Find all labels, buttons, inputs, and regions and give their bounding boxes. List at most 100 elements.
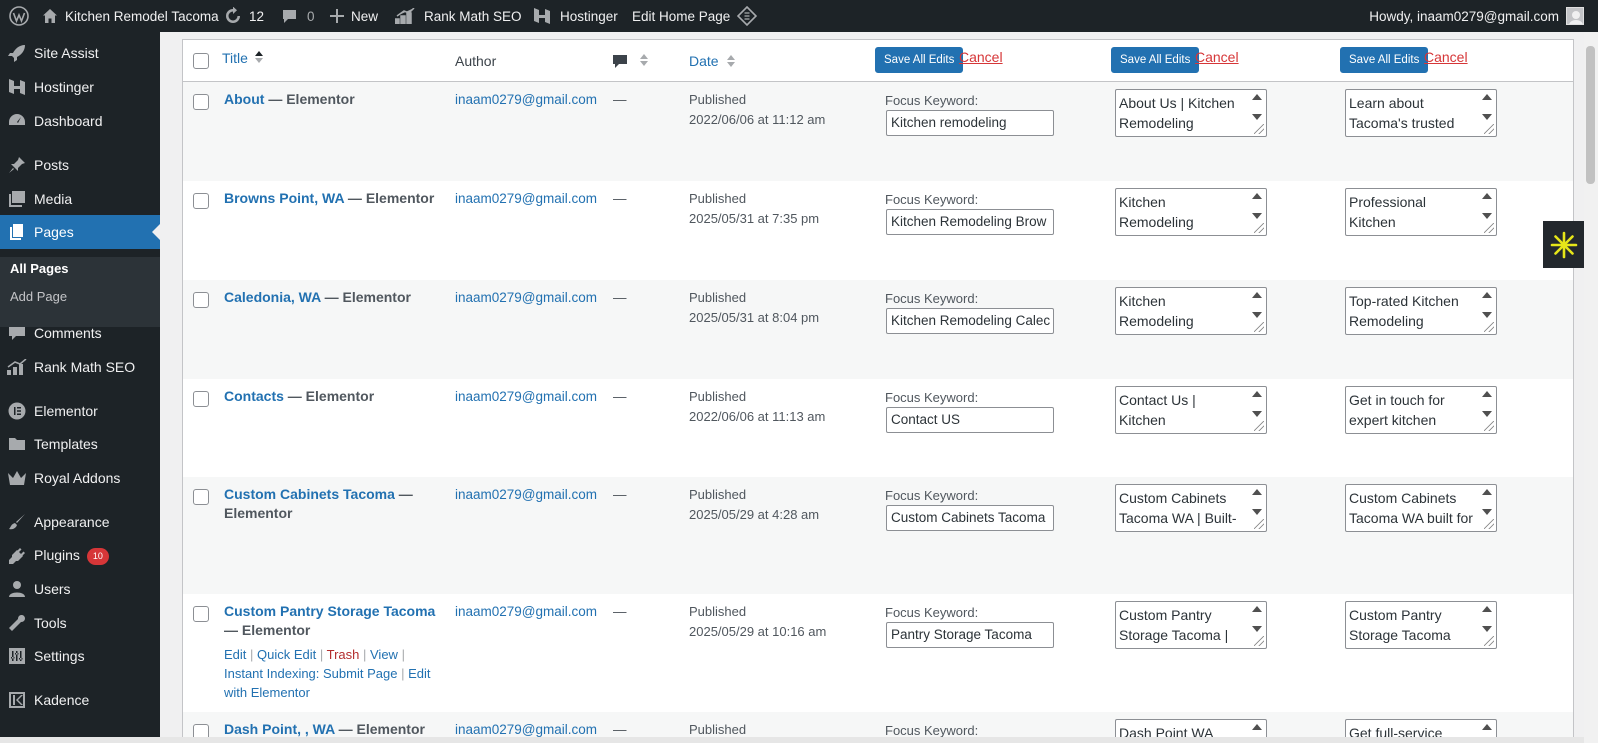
author-link[interactable]: inaam0279@gmail.com [455, 288, 597, 307]
vertical-scrollbar[interactable] [1584, 32, 1598, 743]
seo-title-textarea[interactable]: Custom Pantry Storage Tacoma | [1115, 601, 1267, 649]
seo-description-textarea[interactable]: Get in touch for expert kitchen [1345, 386, 1497, 434]
menu-comments[interactable]: Comments [0, 316, 160, 350]
seo-title-textarea[interactable]: Kitchen Remodeling Browns Point WA – [1115, 188, 1267, 236]
resize-handle[interactable] [1484, 223, 1494, 233]
new-content-link[interactable]: New [330, 0, 378, 32]
horizontal-scrollbar[interactable] [0, 737, 1584, 743]
page-title-link[interactable]: Browns Point, WA [224, 190, 344, 206]
title-column-header[interactable]: Title [222, 49, 264, 68]
menu-posts[interactable]: Posts [0, 148, 160, 182]
seo-title-textarea[interactable]: Custom Cabinets Tacoma WA | Built-In [1115, 484, 1267, 532]
edit-with-elementor-link[interactable]: Edit [408, 666, 430, 681]
save-all-edits-button-keyword[interactable]: Save All Edits [875, 47, 964, 73]
resize-handle[interactable] [1254, 636, 1264, 646]
resize-handle[interactable] [1254, 322, 1264, 332]
menu-plugins[interactable]: Plugins 10 [0, 539, 160, 573]
cancel-button-keyword[interactable]: Cancel [959, 49, 1003, 65]
author-link[interactable]: inaam0279@gmail.com [455, 602, 597, 621]
seo-description-textarea[interactable]: Top-rated Kitchen Remodeling [1345, 287, 1497, 335]
menu-tools[interactable]: Tools [0, 606, 160, 640]
focus-keyword-input[interactable]: Kitchen remodeling [886, 110, 1054, 136]
menu-pages[interactable]: Pages [0, 215, 160, 249]
select-all-checkbox[interactable] [193, 53, 209, 69]
row-checkbox[interactable] [193, 606, 209, 622]
save-all-edits-button-title[interactable]: Save All Edits [1111, 47, 1200, 73]
submenu-all-pages[interactable]: All Pages [10, 261, 69, 276]
row-checkbox[interactable] [193, 489, 209, 505]
row-checkbox[interactable] [193, 391, 209, 407]
trash-link[interactable]: Trash [327, 647, 360, 662]
resize-handle[interactable] [1484, 421, 1494, 431]
row-checkbox[interactable] [193, 94, 209, 110]
page-title-link[interactable]: Caledonia, WA [224, 289, 321, 305]
cancel-button-description[interactable]: Cancel [1424, 49, 1468, 65]
edit-home-page-link[interactable]: Edit Home Page [632, 0, 730, 32]
menu-royal-addons[interactable]: Royal Addons [0, 461, 160, 495]
quick-edit-link[interactable]: Quick Edit [257, 647, 316, 662]
page-title-link[interactable]: Custom Cabinets Tacoma [224, 486, 395, 502]
menu-dashboard[interactable]: Dashboard [0, 104, 160, 138]
menu-users[interactable]: Users [0, 572, 160, 606]
scrollbar-thumb[interactable] [1586, 46, 1595, 184]
resize-handle[interactable] [1484, 124, 1494, 134]
view-link[interactable]: View [370, 647, 398, 662]
menu-appearance[interactable]: Appearance [0, 505, 160, 539]
submenu-add-page[interactable]: Add Page [10, 289, 67, 304]
author-column-header: Author [455, 53, 497, 69]
row-checkbox[interactable] [193, 193, 209, 209]
elementor-diamond-icon[interactable] [737, 0, 757, 32]
updates-link[interactable]: 12 [224, 0, 264, 32]
focus-keyword-input[interactable]: Custom Cabinets Tacoma [886, 505, 1054, 531]
my-account-link[interactable]: Howdy, inaam0279@gmail.com [1369, 0, 1584, 32]
menu-rank-math-seo[interactable]: Rank Math SEO [0, 350, 160, 384]
page-title-link[interactable]: Custom Pantry Storage Tacoma [224, 603, 435, 619]
author-link[interactable]: inaam0279@gmail.com [455, 90, 597, 109]
page-title-link[interactable]: Dash Point, , WA [224, 721, 335, 737]
focus-keyword-input[interactable]: Pantry Storage Tacoma [886, 622, 1054, 648]
focus-keyword-input[interactable]: Contact US [886, 407, 1054, 433]
resize-handle[interactable] [1254, 223, 1264, 233]
save-all-edits-button-description[interactable]: Save All Edits [1340, 47, 1429, 73]
menu-media[interactable]: Media [0, 182, 160, 216]
seo-description-textarea[interactable]: Learn about Tacoma's trusted [1345, 89, 1497, 137]
menu-hostinger[interactable]: Hostinger [0, 70, 160, 104]
menu-elementor[interactable]: Elementor [0, 394, 160, 428]
seo-description-textarea[interactable]: Custom Pantry Storage Tacoma [1345, 601, 1497, 649]
comments-column-header[interactable] [613, 52, 649, 73]
seo-title-textarea[interactable]: Kitchen Remodeling Caledonia WA – [1115, 287, 1267, 335]
seo-title-textarea[interactable]: Contact Us | Kitchen Remodeling Services [1115, 386, 1267, 434]
page-title-link[interactable]: Contacts [224, 388, 284, 404]
seo-description-textarea[interactable]: Professional Kitchen Remodeling Browns [1345, 188, 1497, 236]
resize-handle[interactable] [1484, 636, 1494, 646]
resize-handle[interactable] [1254, 519, 1264, 529]
seo-title-textarea[interactable]: About Us | Kitchen Remodeling Experts [1115, 89, 1267, 137]
resize-handle[interactable] [1484, 519, 1494, 529]
focus-keyword-input[interactable]: Kitchen Remodeling Brow [886, 209, 1054, 235]
seo-description-textarea[interactable]: Custom Cabinets Tacoma WA built for [1345, 484, 1497, 532]
row-checkbox[interactable] [193, 292, 209, 308]
wordpress-logo-icon[interactable] [9, 0, 29, 32]
resize-handle[interactable] [1254, 421, 1264, 431]
date-column-header[interactable]: Date [689, 52, 736, 71]
author-link[interactable]: inaam0279@gmail.com [455, 387, 597, 406]
comments-link[interactable]: 0 [281, 0, 315, 32]
floating-assistant-button[interactable] [1543, 221, 1584, 268]
hostinger-link[interactable]: Hostinger [533, 0, 618, 32]
menu-site-assist[interactable]: Site Assist [0, 36, 160, 70]
cancel-button-title[interactable]: Cancel [1195, 49, 1239, 65]
edit-with-elementor-link-cont[interactable]: with Elementor [224, 685, 310, 700]
edit-link[interactable]: Edit [224, 647, 246, 662]
resize-handle[interactable] [1254, 124, 1264, 134]
focus-keyword-input[interactable]: Kitchen Remodeling Calec [886, 308, 1054, 334]
rank-math-link[interactable]: Rank Math SEO [395, 0, 522, 32]
instant-indexing-link[interactable]: Instant Indexing: Submit Page [224, 666, 397, 681]
menu-templates[interactable]: Templates [0, 427, 160, 461]
resize-handle[interactable] [1484, 322, 1494, 332]
site-name-link[interactable]: Kitchen Remodel Tacoma [42, 0, 219, 32]
author-link[interactable]: inaam0279@gmail.com [455, 485, 597, 504]
menu-kadence[interactable]: Kadence [0, 683, 160, 717]
author-link[interactable]: inaam0279@gmail.com [455, 189, 597, 208]
menu-settings[interactable]: Settings [0, 639, 160, 673]
page-title-link[interactable]: About [224, 91, 264, 107]
